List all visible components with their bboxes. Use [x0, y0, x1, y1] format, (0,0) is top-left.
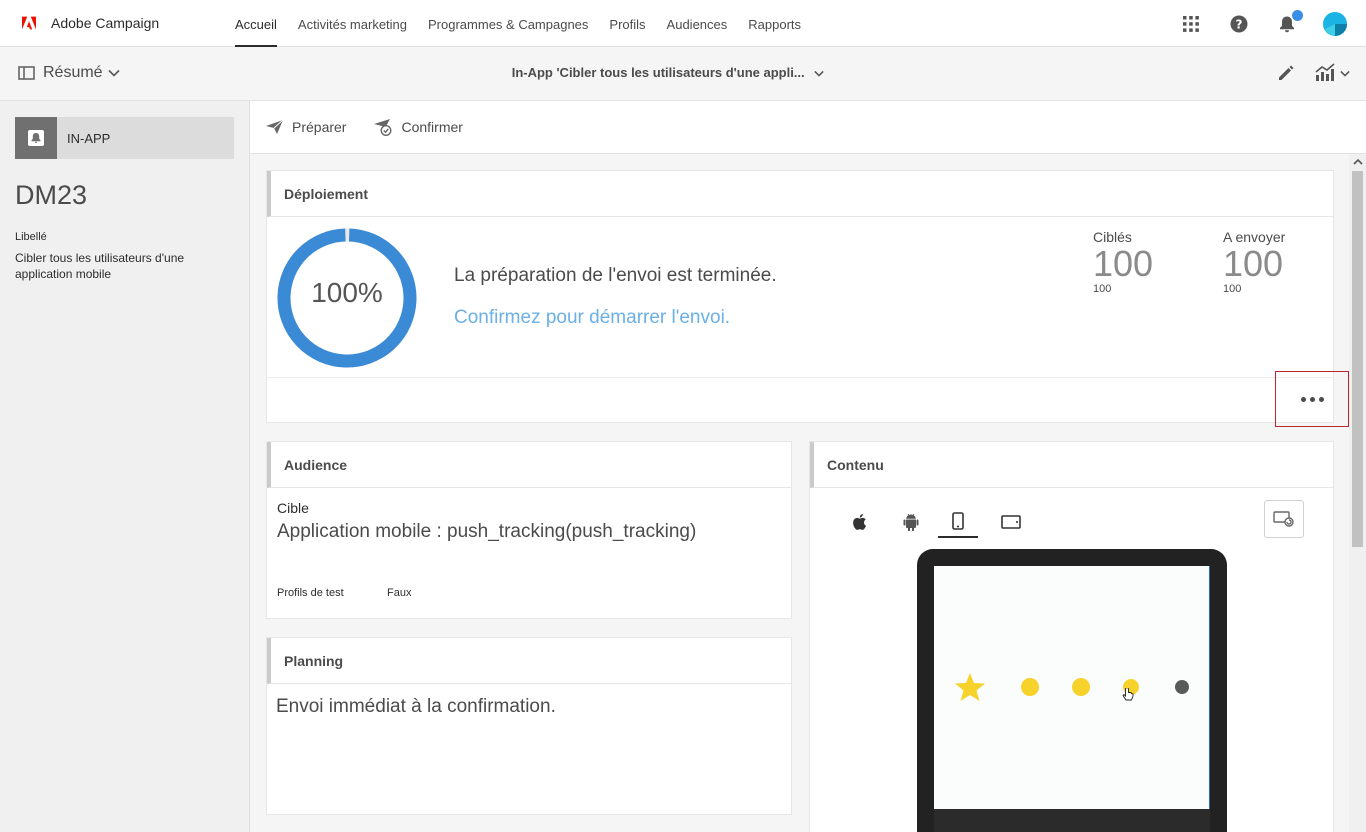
hand-cursor-icon	[1122, 688, 1134, 701]
nav-item-profils[interactable]: Profils	[609, 0, 645, 47]
audience-header: Audience	[267, 442, 791, 488]
action-toolbar: Préparer Confirmer	[250, 101, 1366, 154]
star-icon[interactable]	[954, 672, 986, 702]
planning-text: Envoi immédiat à la confirmation.	[276, 696, 556, 717]
channel-badge: IN-APP	[15, 117, 234, 159]
preview-refresh-button[interactable]	[1264, 500, 1304, 538]
delivery-title-dropdown[interactable]: In-App 'Cibler tous les utilisateurs d'u…	[0, 65, 1336, 80]
scroll-up-arrow-icon[interactable]	[1353, 158, 1363, 166]
channel-label: IN-APP	[67, 130, 111, 146]
deployment-message: La préparation de l'envoi est terminée.	[454, 265, 777, 286]
audience-card: Audience Cible Application mobile : push…	[266, 441, 792, 619]
ellipsis-dot	[1309, 396, 1315, 402]
left-panel: IN-APP DM23 Libellé Cibler tous les util…	[0, 101, 250, 832]
scroll-thumb[interactable]	[1352, 171, 1363, 547]
edit-icon[interactable]	[1276, 63, 1296, 83]
nav-item-audiences[interactable]: Audiences	[667, 0, 728, 47]
apple-icon[interactable]	[839, 506, 879, 538]
notification-badge	[1292, 9, 1303, 21]
more-options-button[interactable]	[1275, 371, 1349, 427]
stat-targeted: Ciblés 100 100	[1093, 229, 1153, 295]
phone-screen	[934, 566, 1210, 809]
adobe-logo-icon	[22, 16, 36, 30]
target-label: Cible	[277, 500, 309, 516]
phone-preview	[917, 549, 1227, 832]
planning-header: Planning	[267, 638, 791, 684]
confirm-button[interactable]: Confirmer	[373, 118, 463, 136]
label-value: Cibler tous les utilisateurs d'une appli…	[15, 251, 185, 281]
reports-chart-icon[interactable]	[1314, 63, 1350, 83]
stat-to-send-sub: 100	[1223, 283, 1242, 295]
top-right-actions: ?	[1155, 0, 1347, 47]
rating-dot[interactable]	[1072, 678, 1090, 696]
ellipsis-dot	[1318, 396, 1324, 402]
stat-to-send-value: 100	[1223, 243, 1284, 284]
main-content: Déploiement 100% La préparation de l'env…	[250, 154, 1349, 832]
vertical-scrollbar[interactable]	[1349, 154, 1366, 832]
device-refresh-icon	[1273, 511, 1294, 527]
deployment-body: 100% La préparation de l'envoi est termi…	[267, 217, 1334, 423]
deployment-divider	[267, 377, 1334, 378]
rating-dot[interactable]	[1021, 678, 1039, 696]
paper-plane-check-icon	[374, 119, 392, 136]
chevron-down-icon	[1340, 70, 1350, 77]
delivery-id: DM23	[15, 180, 88, 210]
content-header: Contenu	[810, 442, 1333, 488]
sub-header: Résumé In-App 'Cibler tous les utilisate…	[0, 47, 1366, 101]
tablet-icon[interactable]	[991, 506, 1031, 538]
target-value: Application mobile : push_tracking(push_…	[277, 521, 697, 542]
nav-item-rapports[interactable]: Rapports	[748, 0, 801, 47]
sub-header-actions	[1258, 63, 1350, 83]
delivery-title: In-App 'Cibler tous les utilisateurs d'u…	[511, 65, 805, 80]
help-icon[interactable]: ?	[1227, 12, 1251, 36]
label-caption: Libellé	[15, 231, 47, 243]
android-icon[interactable]	[891, 506, 931, 538]
confirm-label: Confirmer	[401, 119, 463, 135]
chevron-down-icon	[814, 70, 824, 77]
brand[interactable]: Adobe Campaign	[0, 15, 235, 31]
ellipsis-dot	[1300, 396, 1306, 402]
stat-to-send: A envoyer 100 100	[1223, 229, 1285, 295]
rating-dot[interactable]	[1175, 680, 1189, 694]
deployment-card: Déploiement 100% La préparation de l'env…	[266, 170, 1334, 423]
nav-item-activites-marketing[interactable]: Activités marketing	[298, 0, 407, 47]
stat-targeted-value: 100	[1093, 243, 1154, 284]
content-card: Contenu	[809, 441, 1334, 832]
star-rating	[954, 672, 1189, 702]
nav-item-programmes-campagnes[interactable]: Programmes & Campagnes	[428, 0, 588, 47]
confirm-send-link[interactable]: Confirmez pour démarrer l'envoi.	[454, 307, 730, 329]
paper-plane-icon	[266, 119, 284, 134]
progress-percent: 100%	[311, 277, 383, 308]
avatar[interactable]	[1323, 11, 1347, 36]
deployment-header: Déploiement	[267, 171, 1333, 217]
brand-name: Adobe Campaign	[51, 15, 160, 31]
test-profiles-value: Faux	[387, 587, 412, 599]
bell-icon	[15, 117, 57, 159]
main-nav: Accueil Activités marketing Programmes &…	[235, 0, 822, 47]
apps-grid-icon[interactable]	[1179, 12, 1203, 36]
nav-item-accueil[interactable]: Accueil	[235, 0, 277, 47]
phone-bottom-bar	[934, 809, 1210, 832]
test-profiles-label: Profils de test	[277, 587, 344, 599]
stat-targeted-sub: 100	[1093, 283, 1112, 295]
prepare-button[interactable]: Préparer	[265, 119, 346, 135]
top-navigation: Adobe Campaign Accueil Activités marketi…	[0, 0, 1366, 47]
bell-icon[interactable]	[1275, 9, 1303, 36]
prepare-label: Préparer	[292, 119, 347, 135]
phone-icon[interactable]	[938, 506, 978, 538]
planning-card: Planning Envoi immédiat à la confirmatio…	[266, 637, 792, 815]
svg-text:?: ?	[1236, 17, 1243, 31]
